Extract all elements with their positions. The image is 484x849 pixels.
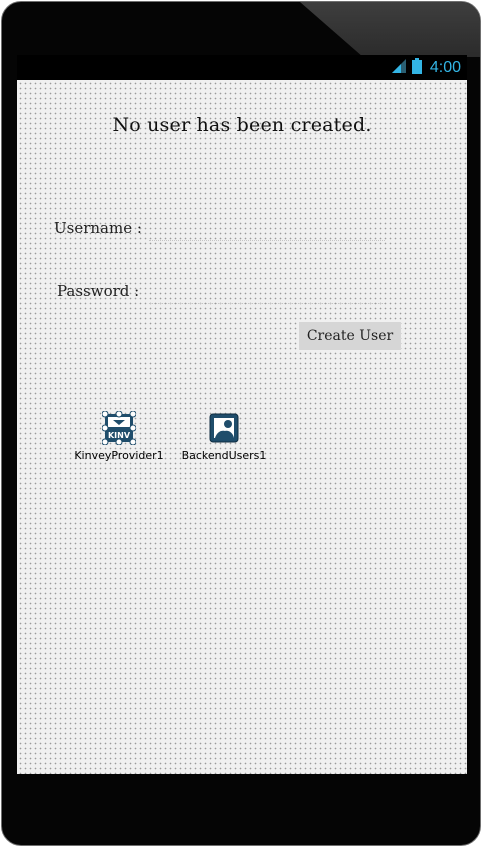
username-label: Username : [54, 219, 142, 237]
backend-users-label: BackendUsers1 [181, 449, 267, 462]
create-user-button[interactable]: Create User [299, 322, 401, 350]
signal-icon [391, 58, 406, 77]
status-message: No user has been created. [112, 114, 372, 136]
kinvey-provider-label: KinveyProvider1 [74, 449, 164, 462]
kinvey-provider-icon: KINV [102, 411, 136, 445]
status-time: 4:00 [429, 58, 461, 76]
password-input[interactable] [149, 282, 385, 304]
status-bar: 4:00 [17, 55, 467, 80]
backend-users-icon [209, 413, 239, 443]
password-label: Password : [57, 282, 140, 300]
kinvey-provider-component[interactable]: KINV KinveyProvider1 [69, 411, 169, 462]
device-frame: 4:00 No user has been created. Username … [1, 1, 481, 846]
form-designer-canvas: No user has been created. Username : Pas… [17, 80, 467, 774]
username-input[interactable] [149, 219, 385, 241]
backend-users-component[interactable]: BackendUsers1 [174, 413, 274, 462]
status-icons: 4:00 [391, 55, 461, 80]
device-sheen [300, 2, 480, 57]
battery-icon [411, 57, 422, 78]
